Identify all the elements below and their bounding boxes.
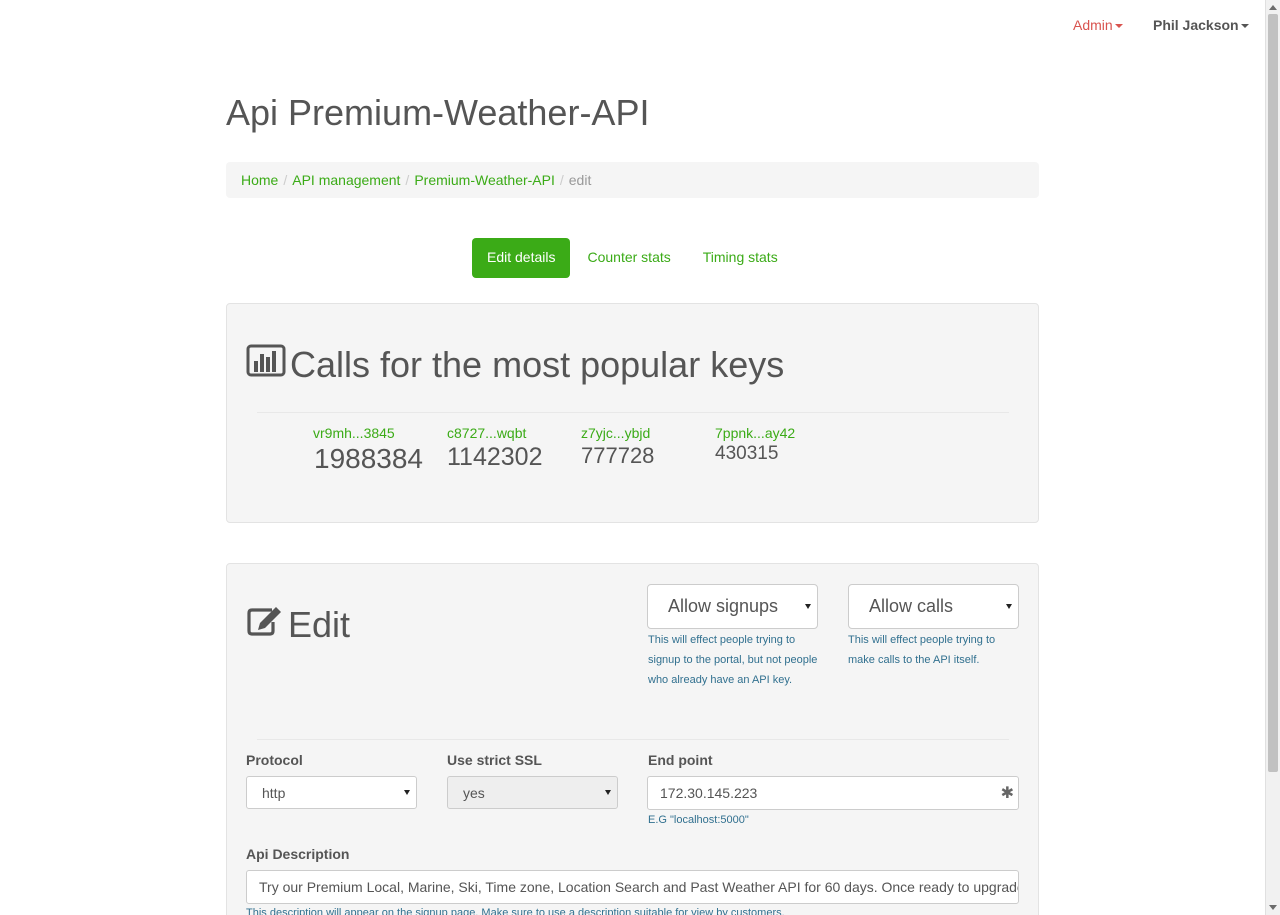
calls-select-value: Allow calls bbox=[869, 596, 954, 616]
chevron-down-icon bbox=[1114, 24, 1123, 29]
breadcrumb-current: edit bbox=[568, 172, 592, 188]
signups-select-value: Allow signups bbox=[668, 596, 779, 616]
chevron-down-icon bbox=[1240, 24, 1249, 29]
breadcrumb-separator: / bbox=[283, 172, 288, 188]
bar-chart-icon bbox=[246, 344, 286, 386]
breadcrumb-api-management[interactable]: API management bbox=[292, 172, 400, 188]
key-name-link[interactable]: vr9mh...3845 bbox=[313, 425, 423, 441]
scroll-down-icon[interactable] bbox=[1269, 905, 1277, 910]
key-stat: vr9mh...3845 1988384 bbox=[313, 425, 423, 475]
description-help: This description will appear on the sign… bbox=[246, 907, 785, 915]
scroll-up-icon[interactable] bbox=[1269, 5, 1277, 10]
endpoint-input[interactable]: 172.30.145.223 ✱ bbox=[647, 776, 1019, 810]
calls-help: This will effect people trying to make c… bbox=[848, 634, 996, 666]
key-stat: z7yjc...ybjd 777728 bbox=[581, 425, 654, 469]
edit-title: Edit bbox=[288, 604, 351, 645]
endpoint-help: E.G "localhost:5000" bbox=[648, 814, 749, 826]
scroll-thumb[interactable] bbox=[1268, 14, 1278, 772]
vertical-scrollbar[interactable] bbox=[1265, 0, 1280, 915]
endpoint-input-value: 172.30.145.223 bbox=[660, 785, 758, 801]
chevron-down-icon bbox=[1006, 603, 1012, 609]
key-name-link[interactable]: z7yjc...ybjd bbox=[581, 425, 654, 441]
protocol-select-value: http bbox=[262, 785, 286, 801]
tab-counter-stats[interactable]: Counter stats bbox=[572, 238, 685, 278]
chevron-down-icon bbox=[605, 789, 611, 795]
divider bbox=[257, 739, 1009, 740]
ssl-label: Use strict SSL bbox=[447, 752, 542, 768]
user-menu[interactable]: Phil Jackson bbox=[1153, 17, 1249, 33]
description-label: Api Description bbox=[246, 846, 350, 862]
protocol-select[interactable]: http bbox=[246, 776, 417, 809]
user-menu-label: Phil Jackson bbox=[1153, 17, 1239, 33]
admin-menu[interactable]: Admin bbox=[1073, 17, 1123, 33]
popular-keys-title: Calls for the most popular keys bbox=[290, 344, 785, 385]
ssl-select[interactable]: yes bbox=[447, 776, 618, 809]
top-nav: Admin Phil Jackson bbox=[0, 0, 1265, 52]
tab-timing-stats[interactable]: Timing stats bbox=[688, 238, 793, 278]
key-stat: c8727...wqbt 1142302 bbox=[447, 425, 542, 472]
key-count: 430315 bbox=[715, 443, 779, 464]
required-asterisk-icon: ✱ bbox=[1000, 785, 1014, 802]
admin-menu-label: Admin bbox=[1073, 17, 1113, 33]
chevron-down-icon bbox=[404, 789, 410, 795]
popular-keys-heading: Calls for the most popular keys bbox=[246, 344, 784, 386]
calls-select[interactable]: Allow calls bbox=[848, 584, 1019, 629]
breadcrumb: Home / API management / Premium-Weather-API /… bbox=[226, 162, 1039, 198]
description-input[interactable]: Try our Premium Local, Marine, Ski, Time… bbox=[246, 870, 1019, 904]
breadcrumb-separator: / bbox=[405, 172, 410, 188]
popular-keys-panel: Calls for the most popular keys vr9mh...… bbox=[226, 303, 1039, 523]
page-title: Api Premium-Weather-API bbox=[226, 92, 650, 133]
protocol-label: Protocol bbox=[246, 752, 303, 768]
key-stat: 7ppnk...ay42 430315 bbox=[715, 425, 795, 465]
edit-icon bbox=[246, 604, 284, 646]
edit-panel: Edit Allow signups This will effect peop… bbox=[226, 563, 1039, 915]
endpoint-label: End point bbox=[648, 752, 713, 768]
key-name-link[interactable]: 7ppnk...ay42 bbox=[715, 425, 795, 441]
breadcrumb-api[interactable]: Premium-Weather-API bbox=[414, 172, 555, 188]
key-name-link[interactable]: c8727...wqbt bbox=[447, 425, 542, 441]
edit-heading: Edit bbox=[246, 604, 350, 646]
signups-help: This will effect people trying to signup… bbox=[648, 634, 818, 686]
key-count: 1988384 bbox=[314, 443, 424, 474]
description-input-value: Try our Premium Local, Marine, Ski, Time… bbox=[259, 879, 1019, 895]
signups-select[interactable]: Allow signups bbox=[647, 584, 818, 629]
tabs: Edit details Counter stats Timing stats bbox=[472, 238, 795, 278]
key-count: 1142302 bbox=[447, 443, 543, 471]
chevron-down-icon bbox=[805, 603, 811, 609]
breadcrumb-home[interactable]: Home bbox=[241, 172, 278, 188]
key-count: 777728 bbox=[581, 443, 655, 468]
divider bbox=[257, 412, 1009, 413]
breadcrumb-separator: / bbox=[559, 172, 564, 188]
tab-edit-details[interactable]: Edit details bbox=[472, 238, 571, 278]
ssl-select-value: yes bbox=[463, 785, 485, 801]
